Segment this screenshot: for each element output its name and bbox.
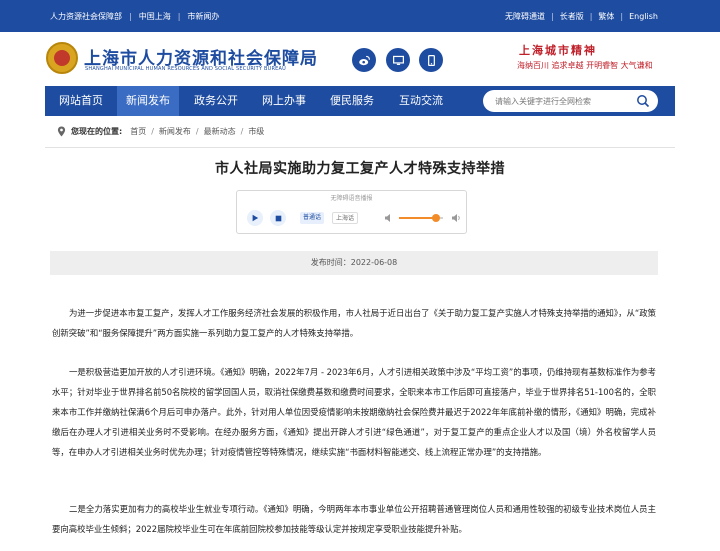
site-header: 上海市人力资源和社会保障局 SHANGHAI MUNICIPAL HUMAN R… <box>0 32 720 86</box>
article-paragraph: 为进一步促进本市复工复产，发挥人才工作服务经济社会发展的积极作用，市人社局于近日… <box>52 308 656 338</box>
breadcrumb-separator: / <box>151 126 154 136</box>
nav-item-government-affairs[interactable]: 政务公开 <box>183 86 249 116</box>
stop-icon <box>275 215 281 221</box>
separator: | <box>589 11 593 21</box>
nav-item-news[interactable]: 新闻发布 <box>117 86 179 116</box>
bureau-emblem-icon[interactable] <box>46 42 78 74</box>
separator: | <box>129 11 132 21</box>
publish-time-bar: 发布时间：2022-06-08 <box>50 251 658 275</box>
search-box <box>483 90 658 112</box>
breadcrumb-municipal[interactable]: 市级 <box>248 126 264 137</box>
nav-item-public-services[interactable]: 便民服务 <box>318 86 386 116</box>
lang-mandarin-button[interactable]: 普通话 <box>300 212 325 224</box>
volume-high-icon[interactable] <box>451 213 461 223</box>
divider <box>45 147 675 148</box>
link-accessibility[interactable]: 无障碍通道 <box>505 11 545 22</box>
nav-item-interaction[interactable]: 互动交流 <box>387 86 455 116</box>
breadcrumb-news[interactable]: 新闻发布 <box>159 126 191 137</box>
weibo-icon[interactable] <box>352 48 376 72</box>
desktop-icon[interactable] <box>386 48 410 72</box>
breadcrumb-label: 您现在的位置: <box>71 126 123 136</box>
breadcrumb-separator: / <box>195 126 199 136</box>
volume-low-icon[interactable] <box>384 213 394 223</box>
play-button[interactable] <box>247 210 263 226</box>
top-links-right: 无障碍通道 | 长者版 | 繁体 | English <box>505 0 658 32</box>
lang-shanghainese-button[interactable]: 上海话 <box>332 212 359 224</box>
link-english[interactable]: English <box>629 12 658 21</box>
nav-item-online-services[interactable]: 网上办事 <box>250 86 318 116</box>
publish-time: 发布时间：2022-06-08 <box>310 258 398 267</box>
breadcrumb-home[interactable]: 首页 <box>130 126 146 137</box>
nav-item-home[interactable]: 网站首页 <box>45 86 117 116</box>
breadcrumb-latest[interactable]: 最新动态 <box>204 126 236 137</box>
separator: | <box>620 11 624 21</box>
article-paragraph: 一是积极营造更加开放的人才引进环境。《通知》明确，2022年7月 - 2023年… <box>52 367 656 457</box>
volume-knob[interactable] <box>432 214 441 222</box>
player-tag: 无障碍语音播报 <box>330 195 373 202</box>
article-paragraph: 二是全力落实更加有力的高校毕业生就业专项行动。《通知》明确，今明两年本市事业单位… <box>52 504 656 534</box>
audio-player: 无障碍语音播报 普通话 上海话 <box>236 190 467 234</box>
separator: | <box>551 11 554 21</box>
mobile-icon[interactable] <box>419 48 443 72</box>
article-title: 市人社局实施助力复工复产人才特殊支持举措 <box>215 161 505 177</box>
link-mohrss[interactable]: 人力资源社会保障部 <box>50 11 122 22</box>
top-links-left: 人力资源社会保障部 | 中国上海 | 市新闻办 <box>50 0 219 32</box>
city-spirit-title: 上海城市精神 <box>519 44 597 57</box>
link-news-office[interactable]: 市新闻办 <box>187 11 219 22</box>
top-utility-bar: 人力资源社会保障部 | 中国上海 | 市新闻办 无障碍通道 | 长者版 | 繁体… <box>0 0 720 32</box>
volume-slider[interactable] <box>399 214 443 222</box>
volume-fill <box>399 217 437 219</box>
play-icon <box>252 214 259 222</box>
search-input[interactable] <box>495 93 630 109</box>
link-shanghai-china[interactable]: 中国上海 <box>139 11 171 22</box>
link-traditional-chinese[interactable]: 繁体 <box>598 11 614 22</box>
city-spirit-subtitle: 海纳百川 追求卓越 开明睿智 大气谦和 <box>517 61 653 70</box>
separator: | <box>177 11 181 21</box>
site-subtitle: SHANGHAI MUNICIPAL HUMAN RESOURCES AND S… <box>85 66 286 72</box>
location-pin-icon <box>57 126 66 136</box>
stop-button[interactable] <box>270 210 286 226</box>
breadcrumb-separator: / <box>240 126 244 136</box>
breadcrumb: 您现在的位置: 首页 / 新闻发布 / 最新动态 / 市级 <box>57 124 264 138</box>
search-icon[interactable] <box>636 94 650 108</box>
link-elder-version[interactable]: 长者版 <box>560 11 584 22</box>
